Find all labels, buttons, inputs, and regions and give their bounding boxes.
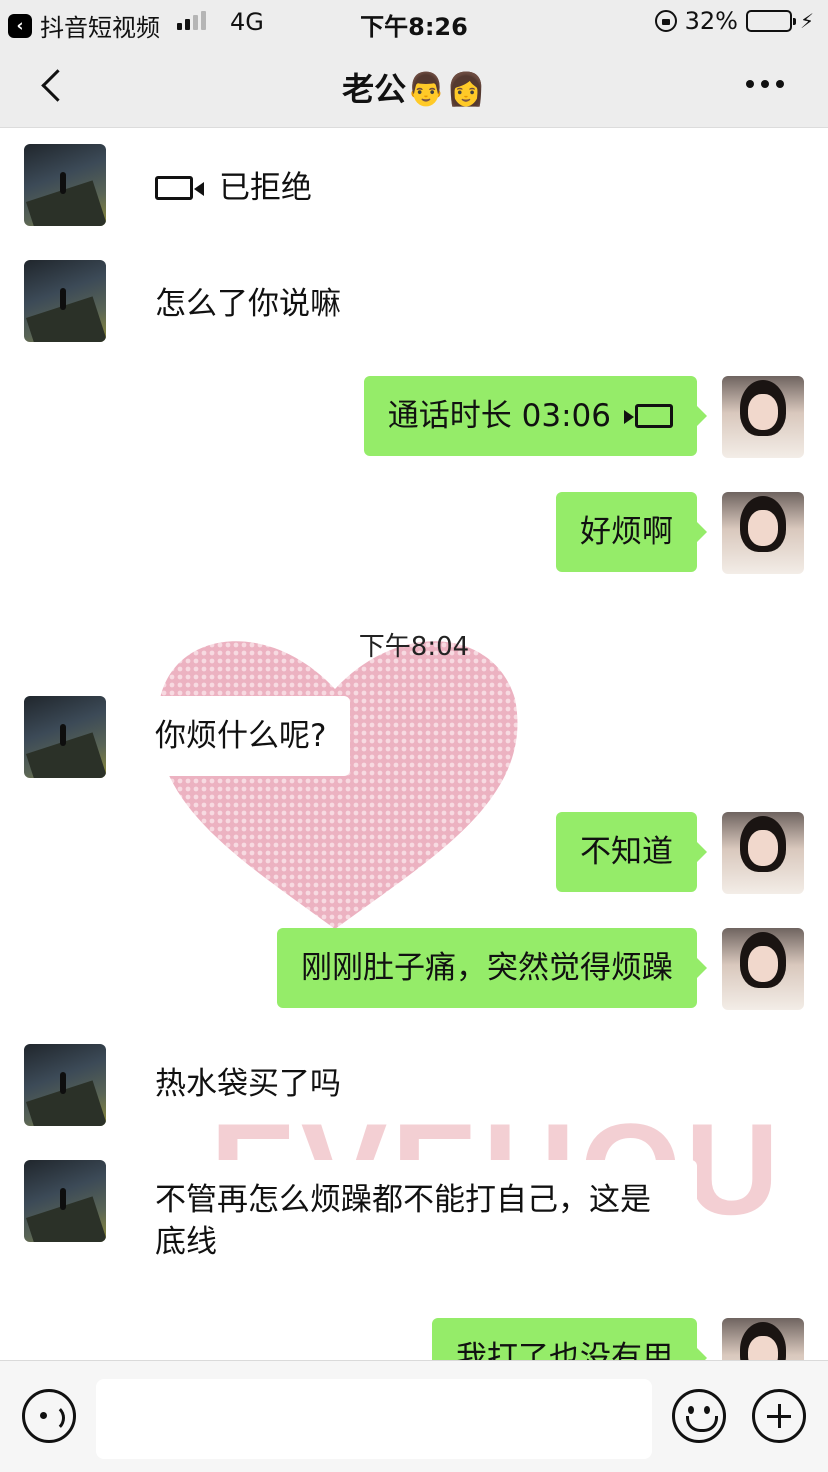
my-avatar[interactable] [722,928,804,1010]
chat-area[interactable]: EVEHOU 已拒绝 怎么了你说嘛 通话时长 03:06 好烦啊 下午8:04 … [0,129,828,1360]
voice-input-icon[interactable] [22,1389,76,1443]
contact-avatar[interactable] [24,144,106,226]
message-bubble-outgoing[interactable]: 我打了也没有用 [432,1318,707,1360]
message-bubble-outgoing[interactable]: 不知道 [556,812,707,892]
message-text: 已拒绝 [219,170,312,206]
nav-bar: 老公👨👩 [0,42,828,128]
status-bar: ‹ 抖音短视频 4G 下午8:26 32% ⚡ [0,0,828,42]
message-text: 刚刚肚子痛，突然觉得烦躁 [301,950,673,986]
contact-avatar[interactable] [24,1160,106,1242]
my-avatar[interactable] [722,1318,804,1360]
message-bubble-incoming[interactable]: 热水袋买了吗 [121,1044,365,1124]
message-text: 好烦啊 [580,514,673,550]
more-options-icon[interactable] [746,80,784,88]
video-call-icon [635,404,673,428]
status-right: 32% ⚡ [654,7,814,35]
message-bubble-incoming[interactable]: 已拒绝 [121,148,336,228]
message-text: 热水袋买了吗 [155,1066,341,1102]
message-text: 通话时长 03:06 [387,398,611,434]
my-avatar[interactable] [722,376,804,458]
message-bubble-outgoing[interactable]: 好烦啊 [556,492,707,572]
message-text: 我打了也没有用 [456,1340,673,1360]
charging-icon: ⚡ [799,9,814,33]
message-text: 你烦什么呢? [155,718,327,754]
input-bar [0,1360,828,1472]
chat-title: 老公👨👩 [342,70,486,108]
message-bubble-outgoing[interactable]: 通话时长 03:06 [363,376,708,456]
contact-avatar[interactable] [24,1044,106,1126]
message-bubble-incoming[interactable]: 你烦什么呢? [120,696,351,776]
my-avatar[interactable] [722,812,804,894]
more-functions-plus-icon[interactable] [752,1389,806,1443]
message-text: 不知道 [580,834,673,870]
message-text: 怎么了你说嘛 [155,286,341,322]
my-avatar[interactable] [722,492,804,574]
timestamp: 下午8:04 [358,632,470,662]
message-bubble-incoming[interactable]: 不管再怎么烦躁都不能打自己，这是底线 [121,1160,697,1282]
battery-percent: 32% [684,7,738,35]
message-bubble-incoming[interactable]: 怎么了你说嘛 [121,264,365,344]
rotation-lock-icon [654,10,677,32]
contact-avatar[interactable] [24,696,106,778]
message-bubble-outgoing[interactable]: 刚刚肚子痛，突然觉得烦躁 [277,928,707,1008]
battery-icon [745,10,796,32]
contact-avatar[interactable] [24,260,106,342]
message-text: 不管再怎么烦躁都不能打自己，这是底线 [155,1182,651,1260]
emoji-icon[interactable] [672,1389,726,1443]
video-call-icon [155,176,204,200]
message-input[interactable] [96,1379,652,1459]
